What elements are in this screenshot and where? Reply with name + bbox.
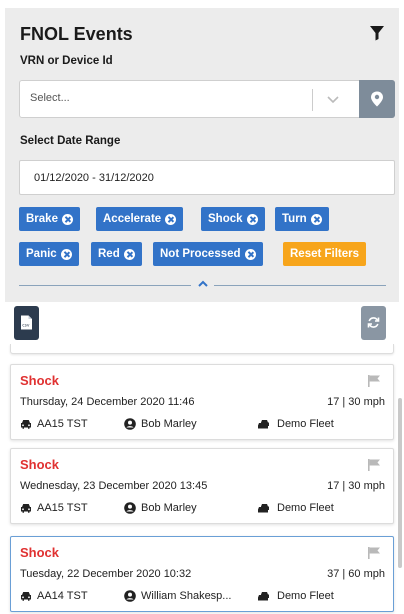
refresh-icon bbox=[367, 317, 380, 328]
date-range-input[interactable]: 01/12/2020 - 31/12/2020 bbox=[19, 160, 395, 195]
csv-icon-text: csv bbox=[22, 324, 30, 329]
filter-chip-red[interactable]: Red bbox=[91, 242, 142, 266]
csv-file-icon: csv bbox=[21, 315, 32, 330]
chip-label: Accelerate bbox=[103, 213, 162, 225]
location-button[interactable] bbox=[359, 80, 395, 118]
remove-icon[interactable] bbox=[61, 213, 73, 225]
date-range-label: Select Date Range bbox=[20, 135, 121, 147]
event-datetime: Wednesday, 23 December 2020 13:45 bbox=[20, 480, 208, 492]
reset-filters-label: Reset Filters bbox=[290, 248, 360, 260]
chip-label: Not Processed bbox=[160, 248, 241, 260]
remove-icon[interactable] bbox=[60, 248, 72, 260]
filter-chip-brake[interactable]: Brake bbox=[19, 207, 80, 231]
event-vrn: AA14 TST bbox=[37, 590, 88, 602]
chevron-up-icon[interactable] bbox=[198, 279, 208, 289]
chip-label: Brake bbox=[26, 213, 58, 225]
event-fleet: Demo Fleet bbox=[277, 590, 334, 602]
chip-label: Shock bbox=[208, 213, 243, 225]
flag-icon[interactable] bbox=[367, 546, 381, 560]
filter-icon[interactable] bbox=[369, 25, 385, 41]
user-icon bbox=[124, 418, 136, 430]
remove-icon[interactable] bbox=[123, 248, 135, 260]
driver-info: Bob Marley bbox=[124, 418, 197, 430]
remove-icon[interactable] bbox=[246, 213, 258, 225]
refresh-button[interactable] bbox=[361, 306, 386, 340]
event-fleet: Demo Fleet bbox=[277, 418, 334, 430]
vehicle-info: AA15 TST bbox=[20, 418, 88, 430]
fleet-info: Demo Fleet bbox=[258, 502, 334, 514]
chip-label: Panic bbox=[26, 248, 57, 260]
event-list[interactable]: Shock Thursday, 24 December 2020 11:46 1… bbox=[0, 344, 404, 614]
event-type: Shock bbox=[20, 373, 60, 388]
event-type: Shock bbox=[20, 457, 60, 472]
vrn-label: VRN or Device Id bbox=[20, 55, 113, 67]
driver-info: Bob Marley bbox=[124, 502, 197, 514]
remove-icon[interactable] bbox=[165, 213, 177, 225]
page-title: FNOL Events bbox=[20, 24, 133, 44]
filter-chip-panic[interactable]: Panic bbox=[19, 242, 79, 266]
map-marker-icon bbox=[371, 91, 383, 107]
export-csv-button[interactable]: csv bbox=[14, 306, 39, 340]
list-scrollbar[interactable] bbox=[398, 398, 402, 568]
event-fleet: Demo Fleet bbox=[277, 502, 334, 514]
event-datetime: Thursday, 24 December 2020 11:46 bbox=[20, 396, 195, 408]
vehicle-info: AA15 TST bbox=[20, 502, 88, 514]
event-driver: Bob Marley bbox=[141, 418, 197, 430]
filter-chip-shock[interactable]: Shock bbox=[201, 207, 265, 231]
car-icon bbox=[21, 504, 31, 513]
filter-chip-not-processed[interactable]: Not Processed bbox=[153, 242, 263, 266]
remove-icon[interactable] bbox=[310, 213, 322, 225]
event-speed: 17 | 30 mph bbox=[327, 396, 385, 408]
car-icon bbox=[21, 420, 31, 429]
collapse-divider-left bbox=[19, 285, 191, 286]
fleet-info: Demo Fleet bbox=[258, 590, 334, 602]
fleet-cars-icon bbox=[258, 420, 269, 429]
event-driver: Bob Marley bbox=[141, 502, 197, 514]
date-range-value: 01/12/2020 - 31/12/2020 bbox=[34, 172, 154, 184]
event-card-selected[interactable]: Shock Tuesday, 22 December 2020 10:32 37… bbox=[10, 536, 394, 612]
chevron-down-icon[interactable] bbox=[326, 92, 340, 106]
flag-icon[interactable] bbox=[367, 374, 381, 388]
reset-filters-button[interactable]: Reset Filters bbox=[283, 242, 367, 266]
vehicle-info: AA14 TST bbox=[20, 590, 88, 602]
user-icon bbox=[124, 502, 136, 514]
event-speed: 37 | 60 mph bbox=[327, 568, 385, 580]
event-datetime: Tuesday, 22 December 2020 10:32 bbox=[20, 568, 192, 580]
select-separator bbox=[312, 89, 313, 111]
vrn-select-placeholder: Select... bbox=[30, 92, 70, 104]
fleet-cars-icon bbox=[258, 592, 269, 601]
event-vrn: AA15 TST bbox=[37, 502, 88, 514]
filter-chip-turn[interactable]: Turn bbox=[275, 207, 329, 231]
remove-icon[interactable] bbox=[244, 248, 256, 260]
driver-info: William Shakesp... bbox=[124, 590, 231, 602]
chip-label: Turn bbox=[282, 213, 307, 225]
event-card[interactable]: Shock Thursday, 24 December 2020 11:46 1… bbox=[10, 364, 394, 440]
filter-chip-accelerate[interactable]: Accelerate bbox=[96, 207, 184, 231]
car-icon bbox=[21, 592, 31, 601]
filter-panel: FNOL Events VRN or Device Id Select... S… bbox=[5, 8, 399, 302]
vrn-select[interactable]: Select... bbox=[19, 80, 395, 118]
chip-label: Red bbox=[98, 248, 120, 260]
user-icon bbox=[124, 590, 136, 602]
collapse-divider-right bbox=[214, 285, 386, 286]
event-driver: William Shakesp... bbox=[141, 590, 232, 602]
event-speed: 17 | 30 mph bbox=[327, 480, 385, 492]
fleet-cars-icon bbox=[258, 504, 269, 513]
event-card[interactable]: Shock Wednesday, 23 December 2020 13:45 … bbox=[10, 448, 394, 524]
fleet-info: Demo Fleet bbox=[258, 418, 334, 430]
previous-event-card[interactable] bbox=[10, 344, 394, 354]
event-type: Shock bbox=[20, 545, 60, 560]
flag-icon[interactable] bbox=[367, 458, 381, 472]
event-vrn: AA15 TST bbox=[37, 418, 88, 430]
